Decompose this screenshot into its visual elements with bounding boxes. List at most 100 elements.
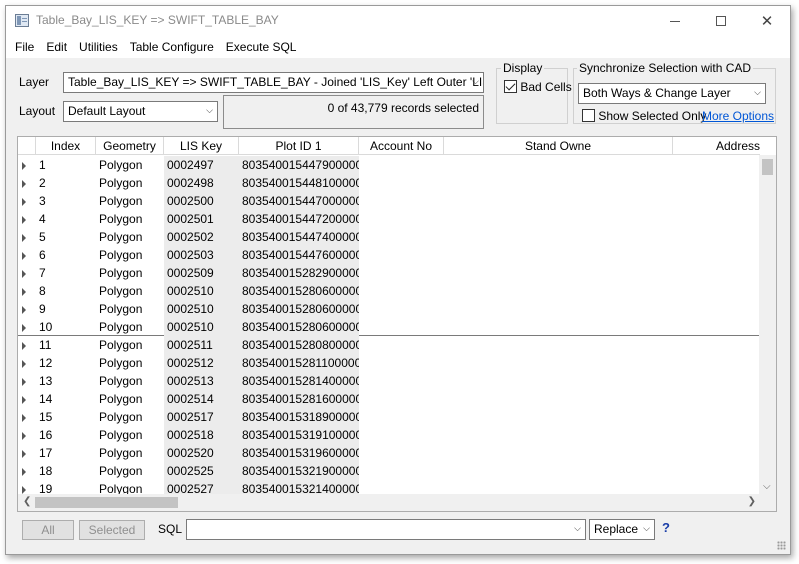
cell-lis-key[interactable]: 0002525 [164,462,239,480]
sql-input[interactable]: ⌵ [186,519,586,540]
title-bar[interactable]: Table_Bay_LIS_KEY => SWIFT_TABLE_BAY ✕ [6,6,790,36]
cell-lis-key[interactable]: 0002500 [164,192,239,210]
cell-index[interactable]: 7 [36,264,96,282]
cell-lis-key[interactable]: 0002513 [164,372,239,390]
row-expand-icon[interactable] [22,270,26,278]
menu-execute-sql[interactable]: Execute SQL [220,40,303,54]
minimize-button[interactable] [652,6,698,36]
sync-mode-dropdown[interactable]: Both Ways & Change Layer ⌵ [578,83,766,104]
cell-plot-id[interactable]: 803540015447400000 [239,228,359,246]
table-row[interactable]: 16 Polygon 0002518 803540015319100000 [18,426,760,444]
chevron-down-icon[interactable]: ⌵ [574,523,581,534]
cell-index[interactable]: 2 [36,174,96,192]
vertical-scroll-thumb[interactable] [762,159,773,175]
row-expand-icon[interactable] [22,162,26,170]
cell-plot-id[interactable]: 803540015319100000 [239,426,359,444]
cell-lis-key[interactable]: 0002498 [164,174,239,192]
table-row[interactable]: 10 Polygon 0002510 803540015280600000 [18,318,760,336]
cell-geometry[interactable]: Polygon [96,390,164,408]
cell-lis-key[interactable]: 0002510 [164,300,239,318]
cell-geometry[interactable]: Polygon [96,444,164,462]
column-header-lis-key[interactable]: LIS Key [164,137,239,155]
row-expand-icon[interactable] [22,432,26,440]
menu-utilities[interactable]: Utilities [73,40,124,54]
table-row[interactable]: 7 Polygon 0002509 803540015282900000 [18,264,760,282]
close-button[interactable]: ✕ [744,6,790,36]
row-expand-icon[interactable] [22,360,26,368]
cell-lis-key[interactable]: 0002510 [164,318,239,336]
cell-plot-id[interactable]: 803540015448100000 [239,174,359,192]
table-row[interactable]: 13 Polygon 0002513 803540015281400000 [18,372,760,390]
cell-plot-id[interactable]: 803540015282900000 [239,264,359,282]
row-expand-icon[interactable] [22,414,26,422]
cell-lis-key[interactable]: 0002510 [164,282,239,300]
cell-geometry[interactable]: Polygon [96,462,164,480]
table-row[interactable]: 5 Polygon 0002502 803540015447400000 [18,228,760,246]
row-expand-icon[interactable] [22,252,26,260]
bad-cells-checkbox[interactable]: Bad Cells [504,80,572,94]
cell-geometry[interactable]: Polygon [96,426,164,444]
cell-lis-key[interactable]: 0002509 [164,264,239,282]
cell-plot-id[interactable]: 803540015280600000 [239,318,359,336]
more-options-link[interactable]: More Options [702,109,774,123]
column-header-plot-id[interactable]: Plot ID 1 [239,137,359,155]
cell-geometry[interactable]: Polygon [96,336,164,354]
cell-plot-id[interactable]: 803540015280600000 [239,300,359,318]
row-expand-icon[interactable] [22,378,26,386]
cell-index[interactable]: 18 [36,462,96,480]
cell-geometry[interactable]: Polygon [96,408,164,426]
vertical-scrollbar[interactable]: ⌵ [759,155,776,494]
row-expand-icon[interactable] [22,468,26,476]
cell-index[interactable]: 1 [36,156,96,174]
cell-index[interactable]: 12 [36,354,96,372]
maximize-button[interactable] [698,6,744,36]
row-expand-icon[interactable] [22,450,26,458]
cell-lis-key[interactable]: 0002520 [164,444,239,462]
cell-geometry[interactable]: Polygon [96,264,164,282]
cell-geometry[interactable]: Polygon [96,192,164,210]
row-expand-icon[interactable] [22,234,26,242]
cell-index[interactable]: 10 [36,318,96,336]
cell-plot-id[interactable]: 803540015447200000 [239,210,359,228]
all-button[interactable]: All [22,520,74,540]
horizontal-scrollbar[interactable]: ❮ ❯ [18,494,776,511]
selected-button[interactable]: Selected [79,520,145,540]
cell-geometry[interactable]: Polygon [96,300,164,318]
show-selected-only-checkbox[interactable]: Show Selected Only [582,109,706,123]
cell-index[interactable]: 4 [36,210,96,228]
cell-plot-id[interactable]: 803540015319600000 [239,444,359,462]
table-row[interactable]: 15 Polygon 0002517 803540015318900000 [18,408,760,426]
cell-index[interactable]: 9 [36,300,96,318]
cell-geometry[interactable]: Polygon [96,372,164,390]
cell-geometry[interactable]: Polygon [96,174,164,192]
cell-index[interactable]: 8 [36,282,96,300]
cell-lis-key[interactable]: 0002514 [164,390,239,408]
table-row[interactable]: 18 Polygon 0002525 803540015321900000 [18,462,760,480]
table-row[interactable]: 6 Polygon 0002503 803540015447600000 [18,246,760,264]
row-expand-icon[interactable] [22,324,26,332]
cell-geometry[interactable]: Polygon [96,246,164,264]
cell-lis-key[interactable]: 0002512 [164,354,239,372]
column-header-address[interactable]: Address [673,137,763,155]
cell-plot-id[interactable]: 803540015318900000 [239,408,359,426]
table-row[interactable]: 8 Polygon 0002510 803540015280600000 [18,282,760,300]
cell-index[interactable]: 14 [36,390,96,408]
cell-plot-id[interactable]: 803540015447900000 [239,156,359,174]
cell-index[interactable]: 5 [36,228,96,246]
cell-geometry[interactable]: Polygon [96,318,164,336]
cell-lis-key[interactable]: 0002502 [164,228,239,246]
cell-plot-id[interactable]: 803540015447600000 [239,246,359,264]
cell-lis-key[interactable]: 0002517 [164,408,239,426]
resize-grip-icon[interactable] [777,541,786,550]
cell-plot-id[interactable]: 803540015447000000 [239,192,359,210]
table-row[interactable]: 3 Polygon 0002500 803540015447000000 [18,192,760,210]
row-expand-icon[interactable] [22,342,26,350]
cell-lis-key[interactable]: 0002518 [164,426,239,444]
cell-index[interactable]: 3 [36,192,96,210]
cell-plot-id[interactable]: 803540015281600000 [239,390,359,408]
column-header-index[interactable]: Index [36,137,96,155]
scroll-down-icon[interactable]: ⌵ [763,481,771,492]
replace-dropdown[interactable]: Replace ⌵ [589,519,655,540]
cell-plot-id[interactable]: 803540015280600000 [239,282,359,300]
cell-plot-id[interactable]: 803540015280800000 [239,336,359,354]
